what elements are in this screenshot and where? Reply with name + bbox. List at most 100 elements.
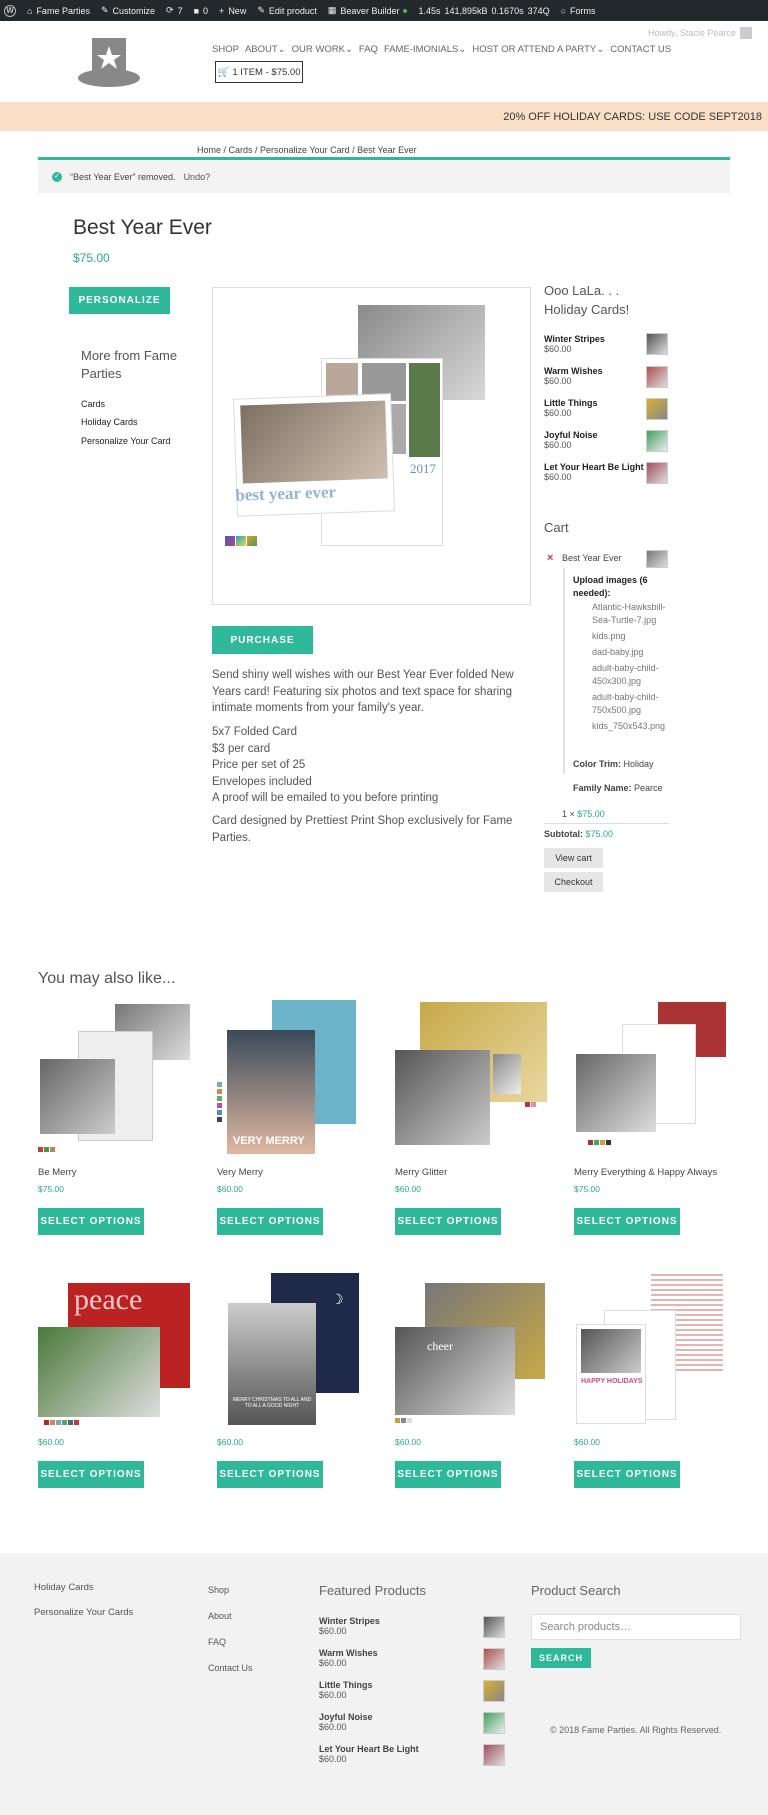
nav-shop[interactable]: SHOP xyxy=(212,44,239,55)
view-cart-button[interactable]: View cart xyxy=(544,848,603,868)
query-monitor[interactable]: 1.45s 141,895kB 0.1670s 374Q xyxy=(418,6,549,16)
product-thumbnail xyxy=(483,1712,505,1734)
swatch xyxy=(606,1140,611,1145)
left-link-holiday-cards[interactable]: Holiday Cards xyxy=(81,417,138,427)
nav-faq[interactable]: FAQ xyxy=(359,44,378,55)
breadcrumb[interactable]: Home / Cards / Personalize Your Card / B… xyxy=(197,145,417,155)
footer-link-faq[interactable]: FAQ xyxy=(208,1637,226,1647)
select-options-button[interactable]: SELECT OPTIONS xyxy=(38,1461,144,1488)
related-image[interactable]: ☽ MERRY CHRISTMAS TO ALL AND TO ALL A GO… xyxy=(228,1273,363,1428)
swatch xyxy=(525,1102,530,1107)
featured-product[interactable]: Joyful Noise $60.00 xyxy=(319,1712,505,1744)
featured-product[interactable]: Winter Stripes $60.00 xyxy=(319,1616,505,1648)
logo-top-hat-icon[interactable] xyxy=(76,34,142,90)
notice-text: “Best Year Ever” removed. xyxy=(70,171,176,182)
footer-link-holiday-cards[interactable]: Holiday Cards xyxy=(34,1582,94,1593)
sidebar-product[interactable]: Joyful Noise $60.00 xyxy=(544,430,669,462)
nav-about[interactable]: ABOUT⌄ xyxy=(245,44,286,55)
nav-our-work[interactable]: OUR WORK⌄ xyxy=(292,44,353,55)
related-image[interactable]: cheer xyxy=(395,1283,550,1423)
nav-contact[interactable]: CONTACT US xyxy=(610,44,671,55)
related-image[interactable] xyxy=(574,1002,729,1152)
swatch[interactable] xyxy=(236,536,246,546)
product-name: Let Your Heart Be Light xyxy=(319,1744,419,1754)
purchase-button[interactable]: PURCHASE xyxy=(212,626,313,654)
qty-price: $75.00 xyxy=(577,809,605,819)
select-options-button[interactable]: SELECT OPTIONS xyxy=(217,1461,323,1488)
forms-link[interactable]: ○ Forms xyxy=(561,6,596,16)
featured-product[interactable]: Little Things $60.00 xyxy=(319,1680,505,1712)
sidebar-product[interactable]: Winter Stripes $60.00 xyxy=(544,333,669,366)
related-image[interactable]: VERY MERRY xyxy=(217,1000,362,1155)
customize-link[interactable]: ✎ Customize xyxy=(101,5,155,16)
subtotal-label: Subtotal: xyxy=(544,829,583,839)
header-cart-button[interactable]: 🛒 1 ITEM - $75.00 xyxy=(215,61,303,83)
swatch xyxy=(407,1418,412,1423)
search-input[interactable]: Search products… xyxy=(531,1614,741,1640)
updates-link[interactable]: ⟳ 7 xyxy=(166,5,183,16)
site-name-link[interactable]: ⌂ Fame Parties xyxy=(27,6,90,16)
card-front: HAPPY HOLIDAYS xyxy=(576,1324,646,1424)
footer-link-about[interactable]: About xyxy=(208,1611,232,1621)
nav-fameimonials[interactable]: FAME-IMONIALS⌄ xyxy=(384,44,466,55)
related-price: $60.00 xyxy=(395,1184,421,1194)
related-image[interactable] xyxy=(38,1004,193,1154)
select-options-button[interactable]: SELECT OPTIONS xyxy=(217,1208,323,1235)
swatch[interactable] xyxy=(247,536,257,546)
related-image[interactable] xyxy=(395,1002,550,1152)
footer-link-personalize[interactable]: Personalize Your Cards xyxy=(34,1607,133,1618)
new-link[interactable]: + New xyxy=(219,6,246,16)
remove-item-icon[interactable]: × xyxy=(547,552,553,564)
select-options-button[interactable]: SELECT OPTIONS xyxy=(395,1461,501,1488)
wp-menu[interactable]: W xyxy=(4,4,16,17)
sidebar-product[interactable]: Let Your Heart Be Light $60.00 xyxy=(544,462,669,494)
footer-link-shop[interactable]: Shop xyxy=(208,1585,229,1595)
swatch xyxy=(217,1110,222,1115)
file-name: adult-baby-child-450x300.jpg xyxy=(592,663,659,686)
card-text: MERRY CHRISTMAS TO ALL AND TO ALL A GOOD… xyxy=(232,1397,312,1409)
edit-product-link[interactable]: ✎ Edit product xyxy=(257,5,317,16)
related-price: $60.00 xyxy=(217,1184,243,1194)
user-menu[interactable]: Howdy, Stacie Pearce xyxy=(648,27,752,39)
left-link-personalize[interactable]: Personalize Your Card xyxy=(81,436,171,446)
related-image[interactable]: peace xyxy=(38,1283,193,1425)
related-name[interactable]: Be Merry xyxy=(38,1167,77,1178)
select-options-button[interactable]: SELECT OPTIONS xyxy=(38,1208,144,1235)
related-name[interactable]: Merry Glitter xyxy=(395,1167,447,1178)
related-name[interactable]: Merry Everything & Happy Always xyxy=(574,1167,717,1178)
cart-notice: ✓ “Best Year Ever” removed. Undo? xyxy=(38,157,730,193)
chevron-down-icon: ⌄ xyxy=(344,44,353,55)
related-image[interactable]: HAPPY HOLIDAYS xyxy=(574,1274,729,1429)
beaver-builder-link[interactable]: ▦ Beaver Builder xyxy=(328,5,408,16)
featured-product[interactable]: Let Your Heart Be Light $60.00 xyxy=(319,1744,505,1776)
select-options-button[interactable]: SELECT OPTIONS xyxy=(574,1208,680,1235)
color-trim-value: Holiday xyxy=(623,759,654,769)
cart-item-name[interactable]: Best Year Ever xyxy=(562,553,622,563)
comment-icon: ■ xyxy=(193,5,200,16)
comments-link[interactable]: ■ 0 xyxy=(194,6,208,16)
product-description: Send shiny well wishes with our Best Yea… xyxy=(212,669,514,714)
brush-icon: ✎ xyxy=(100,5,109,15)
undo-link[interactable]: Undo? xyxy=(184,172,211,182)
family-value: Pearce xyxy=(634,783,663,793)
swatch xyxy=(74,1420,79,1425)
left-link-cards[interactable]: Cards xyxy=(81,399,105,409)
footer-link-contact[interactable]: Contact Us xyxy=(208,1663,253,1673)
swatch[interactable] xyxy=(225,536,235,546)
card-photo xyxy=(409,363,440,457)
search-button[interactable]: SEARCH xyxy=(531,1648,591,1668)
product-price: $60.00 xyxy=(319,1722,347,1732)
admin-bar: W ⌂ Fame Parties ✎ Customize ⟳ 7 ■ 0 + New ✎ E… xyxy=(0,0,768,21)
color-swatches xyxy=(38,1147,55,1152)
sidebar-product[interactable]: Little Things $60.00 xyxy=(544,398,669,430)
checkout-button[interactable]: Checkout xyxy=(544,872,603,892)
product-image[interactable]: 2017 best year ever xyxy=(212,287,531,605)
nav-host-party[interactable]: HOST OR ATTEND A PARTY⌄ xyxy=(472,44,604,55)
personalize-button[interactable]: PERSONALIZE xyxy=(69,287,170,314)
select-options-button[interactable]: SELECT OPTIONS xyxy=(574,1461,680,1488)
swatch xyxy=(395,1418,400,1423)
select-options-button[interactable]: SELECT OPTIONS xyxy=(395,1208,501,1235)
related-name[interactable]: Very Merry xyxy=(217,1167,263,1178)
featured-product[interactable]: Warm Wishes $60.00 xyxy=(319,1648,505,1680)
sidebar-product[interactable]: Warm Wishes $60.00 xyxy=(544,366,669,398)
